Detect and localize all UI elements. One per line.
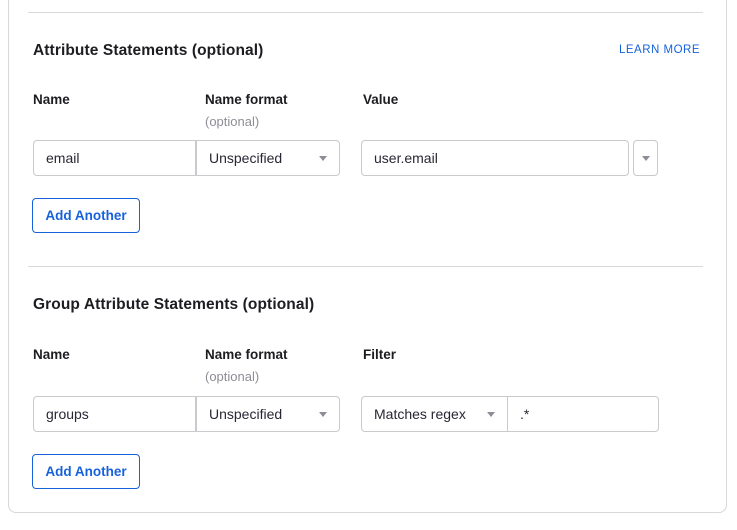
column-label-name-format: Name format — [205, 347, 288, 362]
add-another-attribute-button[interactable]: Add Another — [32, 198, 140, 233]
attribute-value-input[interactable] — [361, 140, 629, 176]
column-label-filter: Filter — [363, 347, 396, 362]
section-divider — [28, 266, 703, 267]
chevron-down-icon — [319, 412, 327, 417]
group-attribute-name-input[interactable] — [33, 396, 196, 432]
group-attribute-statements-title: Group Attribute Statements (optional) — [33, 296, 314, 314]
group-attribute-name-format-select[interactable]: Unspecified — [196, 396, 340, 432]
name-format-optional-note: (optional) — [205, 369, 259, 384]
section-divider — [28, 12, 703, 13]
attribute-name-format-value: Unspecified — [209, 150, 282, 166]
column-label-name: Name — [33, 347, 70, 362]
attribute-value-expression-dropdown-button[interactable] — [633, 140, 658, 176]
chevron-down-icon — [487, 412, 495, 417]
attribute-name-format-select[interactable]: Unspecified — [196, 140, 340, 176]
attribute-statements-title: Attribute Statements (optional) — [33, 42, 263, 60]
learn-more-link[interactable]: LEARN MORE — [619, 44, 700, 56]
group-attribute-name-format-value: Unspecified — [209, 406, 282, 422]
settings-card — [8, 0, 727, 513]
group-filter-value-input[interactable] — [508, 396, 659, 432]
column-label-name-format: Name format — [205, 92, 288, 107]
name-format-optional-note: (optional) — [205, 114, 259, 129]
add-another-group-attribute-button[interactable]: Add Another — [32, 454, 140, 489]
column-label-name: Name — [33, 92, 70, 107]
group-filter-operator-value: Matches regex — [374, 406, 466, 422]
chevron-down-icon — [642, 156, 650, 161]
chevron-down-icon — [319, 156, 327, 161]
attribute-name-input[interactable] — [33, 140, 196, 176]
group-filter-operator-select[interactable]: Matches regex — [361, 396, 508, 432]
column-label-value: Value — [363, 92, 398, 107]
